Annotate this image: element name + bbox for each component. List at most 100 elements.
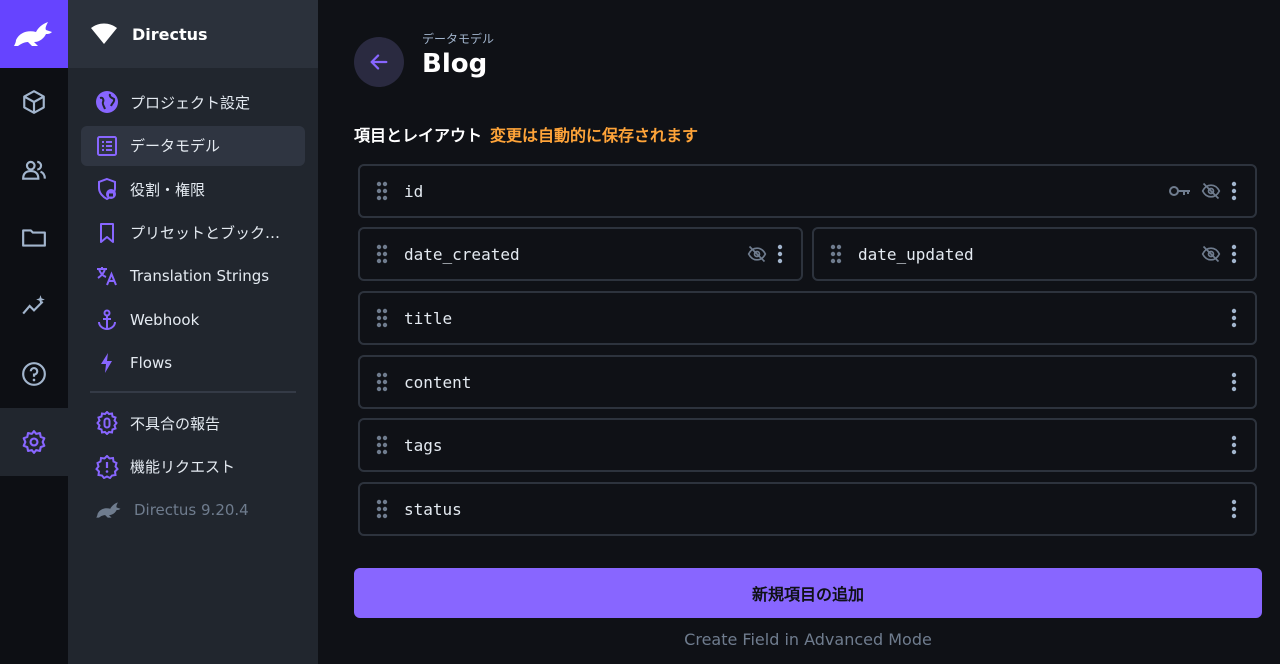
nav-item-webhook[interactable]: Webhook	[81, 300, 305, 340]
nav-item-label: 不具合の報告	[130, 414, 221, 433]
field-row-tags[interactable]: tags	[358, 418, 1257, 472]
wifi-logo-icon	[91, 23, 117, 44]
field-row-status[interactable]: status	[358, 482, 1257, 536]
field-name: status	[404, 499, 462, 519]
create-field-advanced-link[interactable]: Create Field in Advanced Mode	[354, 630, 1262, 649]
list-icon	[97, 135, 117, 156]
field-icons	[1231, 435, 1237, 455]
field-row-date-updated[interactable]: date_updated	[812, 227, 1257, 281]
nav-item-presets-bookmarks[interactable]: プリセットとブック…	[81, 213, 305, 253]
nav-item-label: Flows	[130, 354, 173, 372]
app-root: Directus プロジェクト設定 データモデル 役割・権限 プリセットとブック…	[0, 0, 1280, 664]
field-icons	[1231, 499, 1237, 519]
bolt-icon	[101, 353, 112, 373]
gear-icon	[22, 430, 46, 454]
nav-item-feature-request[interactable]: 機能リクエスト	[81, 447, 305, 487]
more-vert-icon[interactable]	[1231, 372, 1237, 392]
nav-item-flows[interactable]: Flows	[81, 343, 305, 383]
add-field-button[interactable]: 新規項目の追加	[354, 568, 1262, 618]
nav-item-label: プリセットとブック…	[130, 224, 281, 242]
nav-item-label: 役割・権限	[130, 180, 206, 199]
nav-item-data-model[interactable]: データモデル	[81, 125, 305, 166]
nav-item-label: プロジェクト設定	[130, 93, 251, 112]
drag-handle-icon[interactable]	[376, 499, 388, 519]
drag-handle-icon[interactable]	[830, 244, 842, 264]
field-name: title	[404, 308, 453, 328]
nav-item-label: 機能リクエスト	[130, 458, 236, 476]
drag-handle-icon[interactable]	[376, 244, 388, 264]
module-content[interactable]	[0, 68, 68, 136]
more-vert-icon[interactable]	[1231, 181, 1237, 201]
settings-navigation: Directus プロジェクト設定 データモデル 役割・権限 プリセットとブック…	[68, 0, 318, 664]
box-icon	[23, 90, 45, 114]
nav-item-project-settings[interactable]: プロジェクト設定	[81, 82, 305, 122]
alert-badge-icon	[95, 454, 119, 479]
more-vert-icon[interactable]	[1231, 244, 1237, 264]
more-vert-icon[interactable]	[1231, 499, 1237, 519]
more-vert-icon[interactable]	[1231, 435, 1237, 455]
module-users[interactable]	[0, 136, 68, 204]
eye-off-icon[interactable]	[1201, 244, 1221, 264]
main-content: データモデル Blog 項目とレイアウト 変更は自動的に保存されます id dat…	[318, 0, 1280, 664]
field-row-id[interactable]: id	[358, 164, 1257, 218]
field-name: tags	[404, 435, 443, 455]
back-button[interactable]	[354, 37, 404, 87]
module-help[interactable]	[0, 340, 68, 408]
shield-icon	[98, 177, 116, 201]
nav-item-roles-permissions[interactable]: 役割・権限	[81, 169, 305, 209]
project-header[interactable]: Directus	[68, 0, 318, 68]
module-files[interactable]	[0, 204, 68, 272]
title-area: データモデル Blog	[422, 30, 494, 79]
drag-handle-icon[interactable]	[376, 308, 388, 328]
nav-item-label: Webhook	[130, 310, 200, 329]
nav-item-translation-strings[interactable]: Translation Strings	[81, 256, 305, 296]
users-icon	[22, 160, 46, 180]
project-name: Directus	[132, 24, 208, 44]
breadcrumb[interactable]: データモデル	[422, 30, 494, 47]
field-row-content[interactable]: content	[358, 355, 1257, 409]
directus-logo[interactable]	[0, 0, 68, 68]
page-title: Blog	[422, 49, 488, 79]
insights-icon	[22, 295, 45, 315]
module-bar	[0, 0, 68, 664]
key-icon	[1169, 186, 1190, 196]
field-icons	[1231, 372, 1237, 392]
drag-handle-icon[interactable]	[376, 181, 388, 201]
field-name: date_updated	[858, 244, 974, 264]
rabbit-icon	[96, 502, 121, 518]
arrow-left-icon	[370, 54, 388, 70]
field-icons	[747, 244, 783, 264]
version-label: Directus 9.20.4	[134, 501, 249, 519]
drag-handle-icon[interactable]	[376, 435, 388, 455]
field-icons	[1201, 244, 1237, 264]
field-icons	[1231, 308, 1237, 328]
eye-off-icon[interactable]	[1201, 181, 1221, 201]
rabbit-icon	[14, 22, 52, 46]
field-icons	[1169, 181, 1237, 201]
module-insights[interactable]	[0, 272, 68, 340]
help-icon	[22, 362, 46, 386]
autosave-note: 変更は自動的に保存されます	[490, 126, 699, 145]
bookmark-icon	[100, 222, 114, 243]
nav-item-report-bug[interactable]: 不具合の報告	[81, 403, 305, 443]
globe-icon	[96, 91, 118, 113]
fields-section-header: 項目とレイアウト 変更は自動的に保存されます	[354, 122, 698, 146]
nav-item-label: データモデル	[130, 137, 221, 155]
more-vert-icon[interactable]	[1231, 308, 1237, 328]
drag-handle-icon[interactable]	[376, 372, 388, 392]
translate-icon	[97, 267, 117, 286]
folder-icon	[22, 229, 46, 247]
bug-icon	[96, 411, 118, 435]
eye-off-icon[interactable]	[747, 244, 767, 264]
nav-item-label: Translation Strings	[130, 267, 270, 285]
nav-divider	[90, 391, 296, 393]
field-name: content	[404, 372, 472, 392]
field-row-title[interactable]: title	[358, 291, 1257, 345]
anchor-icon	[98, 309, 116, 330]
section-title: 項目とレイアウト	[354, 126, 483, 145]
field-row-date-created[interactable]: date_created	[358, 227, 803, 281]
nav-version[interactable]: Directus 9.20.4	[81, 490, 305, 530]
more-vert-icon[interactable]	[777, 244, 783, 264]
field-name: id	[404, 181, 424, 201]
module-settings[interactable]	[0, 408, 68, 476]
